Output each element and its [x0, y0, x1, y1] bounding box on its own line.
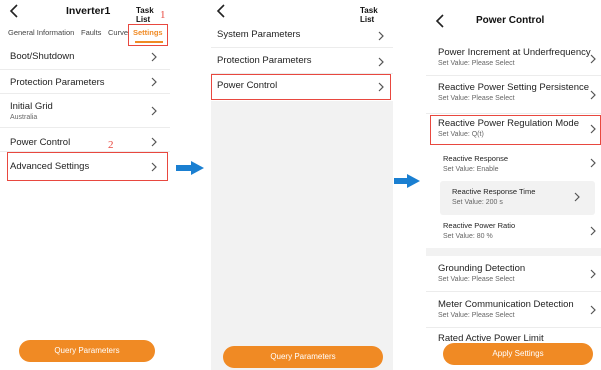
chevron-right-icon: [150, 77, 158, 87]
list-item-power-control[interactable]: Power Control: [211, 74, 393, 100]
list-item-reactive-response[interactable]: Reactive Response Set Value: Enable: [426, 148, 601, 182]
arrow-right-icon: [394, 174, 420, 188]
list-item-value: Set Value: Q(t): [438, 131, 484, 138]
list-item-label: Protection Parameters: [217, 55, 312, 66]
page-title: Inverter1: [66, 5, 111, 17]
list-item-value: Set Value: Please Select: [438, 95, 515, 102]
list-item-value: Set Value: 200 s: [452, 199, 503, 206]
step-marker-2: 2: [108, 139, 114, 151]
query-parameters-button[interactable]: Query Parameters: [223, 346, 383, 368]
list-item-reactive-power-ratio[interactable]: Reactive Power Ratio Set Value: 80 %: [426, 216, 601, 248]
list-item-reactive-power-persistence[interactable]: Reactive Power Setting Persistence Set V…: [426, 76, 601, 114]
list-item-label: Reactive Power Regulation Mode: [438, 118, 579, 129]
tab-bar: General Information Faults Curve Setting…: [0, 24, 170, 46]
list-item-system-parameters[interactable]: System Parameters: [211, 22, 393, 48]
chevron-left-icon: [9, 4, 18, 18]
chevron-right-icon: [589, 158, 597, 168]
list-item-initial-grid[interactable]: Initial Grid Australia: [0, 94, 170, 128]
header: Task List: [211, 0, 393, 24]
list-item-power-increment-underfrequency[interactable]: Power Increment at Underfrequency Set Va…: [426, 40, 601, 76]
tab-curve[interactable]: Curve: [108, 28, 128, 37]
chevron-right-icon: [150, 162, 158, 172]
screen-inverter-settings: Inverter1 Task List General Information …: [0, 0, 170, 370]
list-item-value: Set Value: Enable: [443, 166, 499, 173]
list-item-label: Advanced Settings: [10, 161, 90, 172]
back-button[interactable]: [215, 3, 229, 19]
list-item-value: Australia: [10, 114, 38, 121]
arrow-right-icon: [176, 161, 204, 175]
chevron-right-icon: [377, 82, 385, 92]
list-item-reactive-power-regulation-mode[interactable]: Reactive Power Regulation Mode Set Value…: [426, 114, 601, 148]
list-item-label: Reactive Response Time: [452, 187, 536, 196]
chevron-right-icon: [589, 226, 597, 236]
list-item-protection-parameters[interactable]: Protection Parameters: [211, 48, 393, 74]
header: Inverter1 Task List: [0, 0, 170, 24]
chevron-right-icon: [589, 54, 597, 64]
chevron-right-icon: [150, 106, 158, 116]
chevron-left-icon: [435, 14, 444, 28]
tab-faults[interactable]: Faults: [81, 28, 101, 37]
header: Power Control: [426, 0, 601, 40]
list-item-label: Initial Grid: [10, 101, 53, 112]
query-parameters-button[interactable]: Query Parameters: [19, 340, 155, 362]
list-item-label: Meter Communication Detection: [438, 299, 574, 310]
back-button[interactable]: [8, 3, 22, 19]
list-item-label: Reactive Power Ratio: [443, 221, 516, 230]
chevron-right-icon: [573, 192, 581, 202]
list-item-meter-communication-detection[interactable]: Meter Communication Detection Set Value:…: [426, 292, 601, 328]
screen-advanced-settings: Task List System Parameters Protection P…: [211, 0, 393, 370]
chevron-right-icon: [589, 90, 597, 100]
list-item-label: System Parameters: [217, 29, 301, 40]
back-button[interactable]: [434, 13, 448, 29]
apply-settings-button[interactable]: Apply Settings: [443, 343, 593, 365]
list-item-value: Set Value: Please Select: [438, 312, 515, 319]
empty-area: [211, 101, 393, 370]
list-item-value: Set Value: Please Select: [438, 276, 515, 283]
chevron-right-icon: [377, 57, 385, 67]
screen-power-control: Power Control Power Increment at Underfr…: [426, 0, 601, 370]
chevron-right-icon: [150, 52, 158, 62]
list-item-label: Power Control: [217, 80, 278, 91]
list-item-label: Power Increment at Underfrequency: [438, 47, 591, 58]
list-item-label: Protection Parameters: [10, 77, 105, 88]
list-item-label: Reactive Power Setting Persistence: [438, 82, 590, 93]
list-item-grounding-detection[interactable]: Grounding Detection Set Value: Please Se…: [426, 256, 601, 292]
settings-tab-highlight: [128, 24, 168, 46]
chevron-right-icon: [589, 305, 597, 315]
section-divider: [426, 248, 601, 256]
tab-general-information[interactable]: General Information: [8, 28, 74, 37]
list-item-label: Boot/Shutdown: [10, 51, 75, 62]
step-marker-1: 1: [160, 9, 166, 21]
list-item-label: Reactive Response: [443, 154, 509, 163]
list-item-protection-parameters[interactable]: Protection Parameters: [0, 70, 170, 94]
list-item-power-control[interactable]: Power Control: [0, 128, 170, 152]
list-item-advanced-settings[interactable]: Advanced Settings: [0, 152, 170, 180]
chevron-right-icon: [589, 124, 597, 134]
list-item-reactive-response-time[interactable]: Reactive Response Time Set Value: 200 s: [440, 181, 595, 215]
chevron-right-icon: [377, 31, 385, 41]
list-item-boot-shutdown[interactable]: Boot/Shutdown: [0, 44, 170, 70]
list-item-label: Grounding Detection: [438, 263, 526, 274]
chevron-right-icon: [150, 137, 158, 147]
list-item-value: Set Value: 80 %: [443, 233, 493, 240]
list-item-label: Power Control: [10, 137, 71, 148]
list-item-value: Set Value: Please Select: [438, 60, 515, 67]
page-title: Power Control: [476, 15, 545, 26]
chevron-right-icon: [589, 269, 597, 279]
chevron-left-icon: [216, 4, 225, 18]
